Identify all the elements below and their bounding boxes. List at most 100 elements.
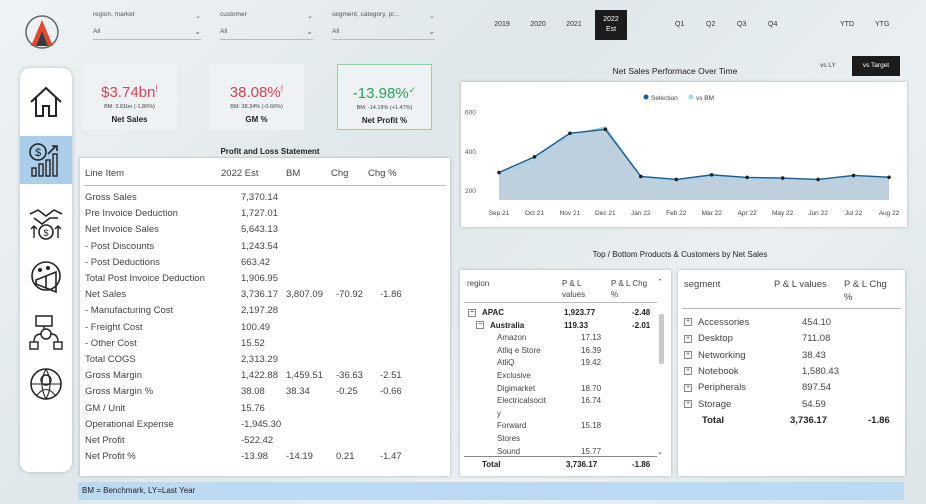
home-icon[interactable] <box>26 82 66 122</box>
header-2022-est[interactable]: 2022 Est <box>221 168 259 179</box>
x-tick-label: Apr 22 <box>738 210 758 217</box>
executive-globe-icon[interactable] <box>26 364 66 404</box>
ytd-button[interactable]: YTD <box>840 21 854 28</box>
segment-row-label[interactable]: + Peripherals <box>684 382 746 393</box>
expand-icon[interactable]: + <box>684 318 692 327</box>
finance-chart-icon[interactable]: $ <box>26 140 66 180</box>
x-tick-label: Sep 21 <box>489 210 510 217</box>
scroll-up-icon[interactable]: ⌃ <box>657 278 663 286</box>
pl-cell-item: - Post Deductions <box>85 256 160 268</box>
segment-row-label[interactable]: + Storage <box>684 399 731 410</box>
header-pl-chg[interactable]: P & L Chg <box>611 279 647 288</box>
scrollbar-thumb[interactable] <box>659 314 664 364</box>
year-button-2020[interactable]: 2020 <box>522 10 554 40</box>
region-row-label: Amazon <box>497 333 526 342</box>
scroll-down-icon[interactable]: ⌄ <box>657 448 663 456</box>
region-row-label[interactable]: − Australia <box>476 321 524 330</box>
region-row-label: Forward <box>497 421 526 430</box>
handshake-money-icon[interactable]: $ <box>26 204 66 244</box>
x-tick-label: May 22 <box>772 210 794 217</box>
kpi-number: $3.74bn <box>101 84 156 101</box>
kpi-card-gm-pct: 38.08%! BM: 38.34% (-0.66%) GM % <box>209 64 304 130</box>
region-value: 15.18 <box>581 421 602 431</box>
header-pl-chg[interactable]: P & L Chg <box>844 279 887 290</box>
pl-cell-item: GM / Unit <box>85 402 126 414</box>
header-chg[interactable]: Chg <box>331 168 348 179</box>
x-tick-label: Jul 22 <box>845 210 863 217</box>
segment-row-label[interactable]: + Notebook <box>684 366 739 377</box>
y-tick-label: 200 <box>465 188 476 195</box>
pl-cell-bm: 3,807.09 <box>286 289 323 301</box>
expand-icon[interactable]: + <box>684 399 692 408</box>
header-segment[interactable]: segment <box>684 279 720 290</box>
pl-cell-est: -13.98 <box>241 451 268 463</box>
topbottom-title: Top / Bottom Products & Customers by Net… <box>592 250 768 259</box>
svg-text:$: $ <box>35 147 41 159</box>
pl-row: - Post Discounts 1,243.54 <box>80 241 450 256</box>
header-pl-values-2: values <box>562 290 586 299</box>
pl-row: Net Sales 3,736.17 3,807.09 -70.92 -1.86 <box>80 289 450 304</box>
total-value: 3,736.17 <box>566 460 598 469</box>
expand-icon[interactable]: + <box>684 351 692 360</box>
segment-row-label[interactable]: + Desktop <box>684 333 733 344</box>
header-pl-values[interactable]: P & L values <box>774 279 827 290</box>
region-row-label: Atliq e Store <box>497 346 541 355</box>
header-chg-pct[interactable]: Chg % <box>368 168 397 179</box>
header-bm[interactable]: BM <box>286 168 300 179</box>
legend-selection-label: Selection <box>651 95 678 102</box>
total-label: Total <box>702 415 724 426</box>
collapse-icon[interactable]: − <box>468 308 476 317</box>
region-name: Exclusive <box>497 371 531 380</box>
expand-icon[interactable]: + <box>684 334 692 343</box>
supply-chain-icon[interactable] <box>26 312 66 352</box>
header-pl-chg-2: % <box>611 290 619 299</box>
filter-region[interactable]: region, market ⌄ All ⌄ <box>85 6 205 42</box>
collapse-icon[interactable]: − <box>476 321 484 330</box>
pl-row: GM / Unit 15.76 <box>80 403 450 418</box>
filter-customer[interactable]: customer ⌄ All ⌄ <box>212 6 317 42</box>
pl-cell-est: 5,643.13 <box>241 224 278 236</box>
region-name: Forward <box>497 421 527 431</box>
year-button-2019[interactable]: 2019 <box>486 10 518 40</box>
kpi-number: -13.98% <box>352 85 409 102</box>
year-button-2021[interactable]: 2021 <box>558 10 590 40</box>
pl-row: - Manufacturing Cost 2,197.28 <box>80 305 450 320</box>
region-name: Stores <box>497 434 521 443</box>
segment-row-label[interactable]: + Accessories <box>684 317 749 328</box>
pl-row: Total Post Invoice Deduction 1,906.95 <box>80 273 450 288</box>
toggle-vs-ly[interactable]: vs LY <box>810 56 846 76</box>
quarter-button-q2[interactable]: Q2 <box>706 21 715 28</box>
pl-row: Gross Sales 7,370.14 <box>80 192 450 207</box>
toggle-vs-target[interactable]: vs Target <box>852 56 900 76</box>
region-name: Amazon <box>497 333 527 343</box>
kpi-card-net-sales: $3.74bn! BM: 3.81bn (-1.86%) Net Sales <box>82 64 177 130</box>
expand-icon[interactable]: + <box>684 383 692 392</box>
expand-icon[interactable]: + <box>684 367 692 376</box>
pl-row: Net Profit % -13.98 -14.19 0.21 -1.47 <box>80 451 450 466</box>
filter-segment[interactable]: segment, category, pr... ⌄ All ⌄ <box>324 6 439 42</box>
header-pl-values[interactable]: P & L <box>562 279 581 288</box>
segment-row-label[interactable]: + Networking <box>684 350 746 361</box>
marketing-megaphone-icon[interactable] <box>26 258 66 298</box>
header-line-item[interactable]: Line Item <box>85 168 124 179</box>
region-value: 16.39 <box>581 345 602 355</box>
region-chg: -2.01 <box>632 320 651 330</box>
segment-value: 897.54 <box>802 382 832 394</box>
segment-table: segment P & L values P & L Chg % + Access… <box>678 270 905 476</box>
header-region[interactable]: region <box>467 279 489 288</box>
year-button-2022-est[interactable]: 2022 Est <box>595 10 627 40</box>
quarter-button-q4[interactable]: Q4 <box>768 21 777 28</box>
region-value: 17.13 <box>581 333 602 343</box>
region-table: region P & L values P & L Chg % ⌃ − APAC 1… <box>460 270 671 476</box>
quarter-button-q3[interactable]: Q3 <box>737 21 746 28</box>
kpi-value: 38.08%! <box>209 84 304 101</box>
region-row-label[interactable]: − APAC <box>468 308 504 317</box>
ytg-button[interactable]: YTG <box>875 21 889 28</box>
x-tick-label: Feb 22 <box>666 210 687 217</box>
pl-cell-est: 15.76 <box>241 402 265 414</box>
pl-cell-item: Operational Expense <box>85 418 174 430</box>
pl-cell-item: Gross Margin <box>85 370 143 382</box>
pl-cell-est: 100.49 <box>241 321 271 333</box>
quarter-button-q1[interactable]: Q1 <box>675 21 684 28</box>
pl-cell-est: -1,945.30 <box>241 418 282 430</box>
